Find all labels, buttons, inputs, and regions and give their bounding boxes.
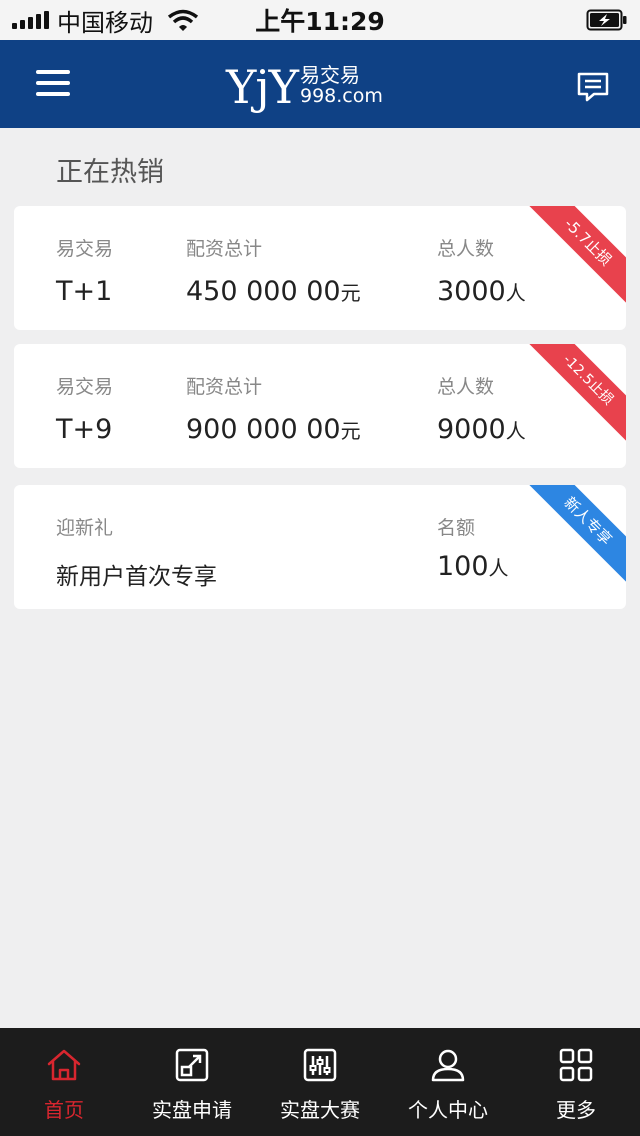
- product-name-value: T+9: [56, 414, 113, 445]
- count-value: 3000人: [437, 276, 526, 307]
- quota-value: 100人: [437, 551, 509, 582]
- count-label: 总人数: [437, 376, 495, 398]
- welcome-label: 迎新礼: [56, 517, 114, 539]
- tab-apply[interactable]: 实盘申请: [128, 1028, 256, 1136]
- home-icon: [47, 1049, 81, 1081]
- new-user-badge: 新人专享: [520, 485, 626, 589]
- capital-value: 900 000 00元: [186, 414, 361, 445]
- carrier-name: 中国移动: [57, 8, 153, 37]
- product-card[interactable]: 易交易 T+1 配资总计 450 000 00元 总人数 3000人 -5.7止…: [14, 206, 626, 330]
- logo-mark: YjY: [226, 60, 299, 114]
- wifi-icon: [167, 9, 199, 31]
- apply-icon: [175, 1048, 209, 1082]
- grid-icon: [559, 1048, 593, 1082]
- capital-label: 配资总计: [186, 238, 263, 260]
- product-name-label: 易交易: [56, 238, 114, 260]
- battery-charging-icon: [586, 9, 627, 31]
- product-name-value: T+1: [56, 276, 113, 307]
- section-title: 正在热销: [56, 157, 164, 188]
- menu-button[interactable]: [36, 70, 70, 98]
- app-header: YjY 易交易 998.com: [0, 40, 640, 128]
- signal-icon: [12, 11, 49, 29]
- status-bar: 中国移动 上午11:29: [0, 0, 640, 40]
- product-card[interactable]: 易交易 T+9 配资总计 900 000 00元 总人数 9000人 -12.5…: [14, 344, 626, 468]
- count-label: 总人数: [437, 238, 495, 260]
- stop-loss-badge: -12.5止损: [520, 344, 626, 448]
- message-icon[interactable]: [576, 71, 610, 103]
- app-logo: YjY 易交易 998.com: [226, 60, 383, 110]
- stop-loss-badge: -5.7止损: [520, 206, 626, 310]
- user-icon: [431, 1049, 465, 1082]
- logo-chinese-name: 易交易: [300, 63, 360, 87]
- quota-label: 名额: [437, 517, 476, 539]
- bottom-tab-bar: 首页 实盘申请 实盘大赛 个人中心 更多: [0, 1028, 640, 1136]
- tab-contest[interactable]: 实盘大赛: [256, 1028, 384, 1136]
- logo-domain: 998.com: [300, 85, 383, 107]
- tab-more[interactable]: 更多: [512, 1028, 640, 1136]
- contest-icon: [303, 1048, 337, 1082]
- count-value: 9000人: [437, 414, 526, 445]
- tab-home[interactable]: 首页: [0, 1028, 128, 1136]
- welcome-value: 新用户首次专享: [56, 564, 217, 590]
- welcome-card[interactable]: 迎新礼 新用户首次专享 名额 100人 新人专享: [14, 485, 626, 609]
- product-name-label: 易交易: [56, 376, 114, 398]
- tab-profile[interactable]: 个人中心: [384, 1028, 512, 1136]
- capital-value: 450 000 00元: [186, 276, 361, 307]
- capital-label: 配资总计: [186, 376, 263, 398]
